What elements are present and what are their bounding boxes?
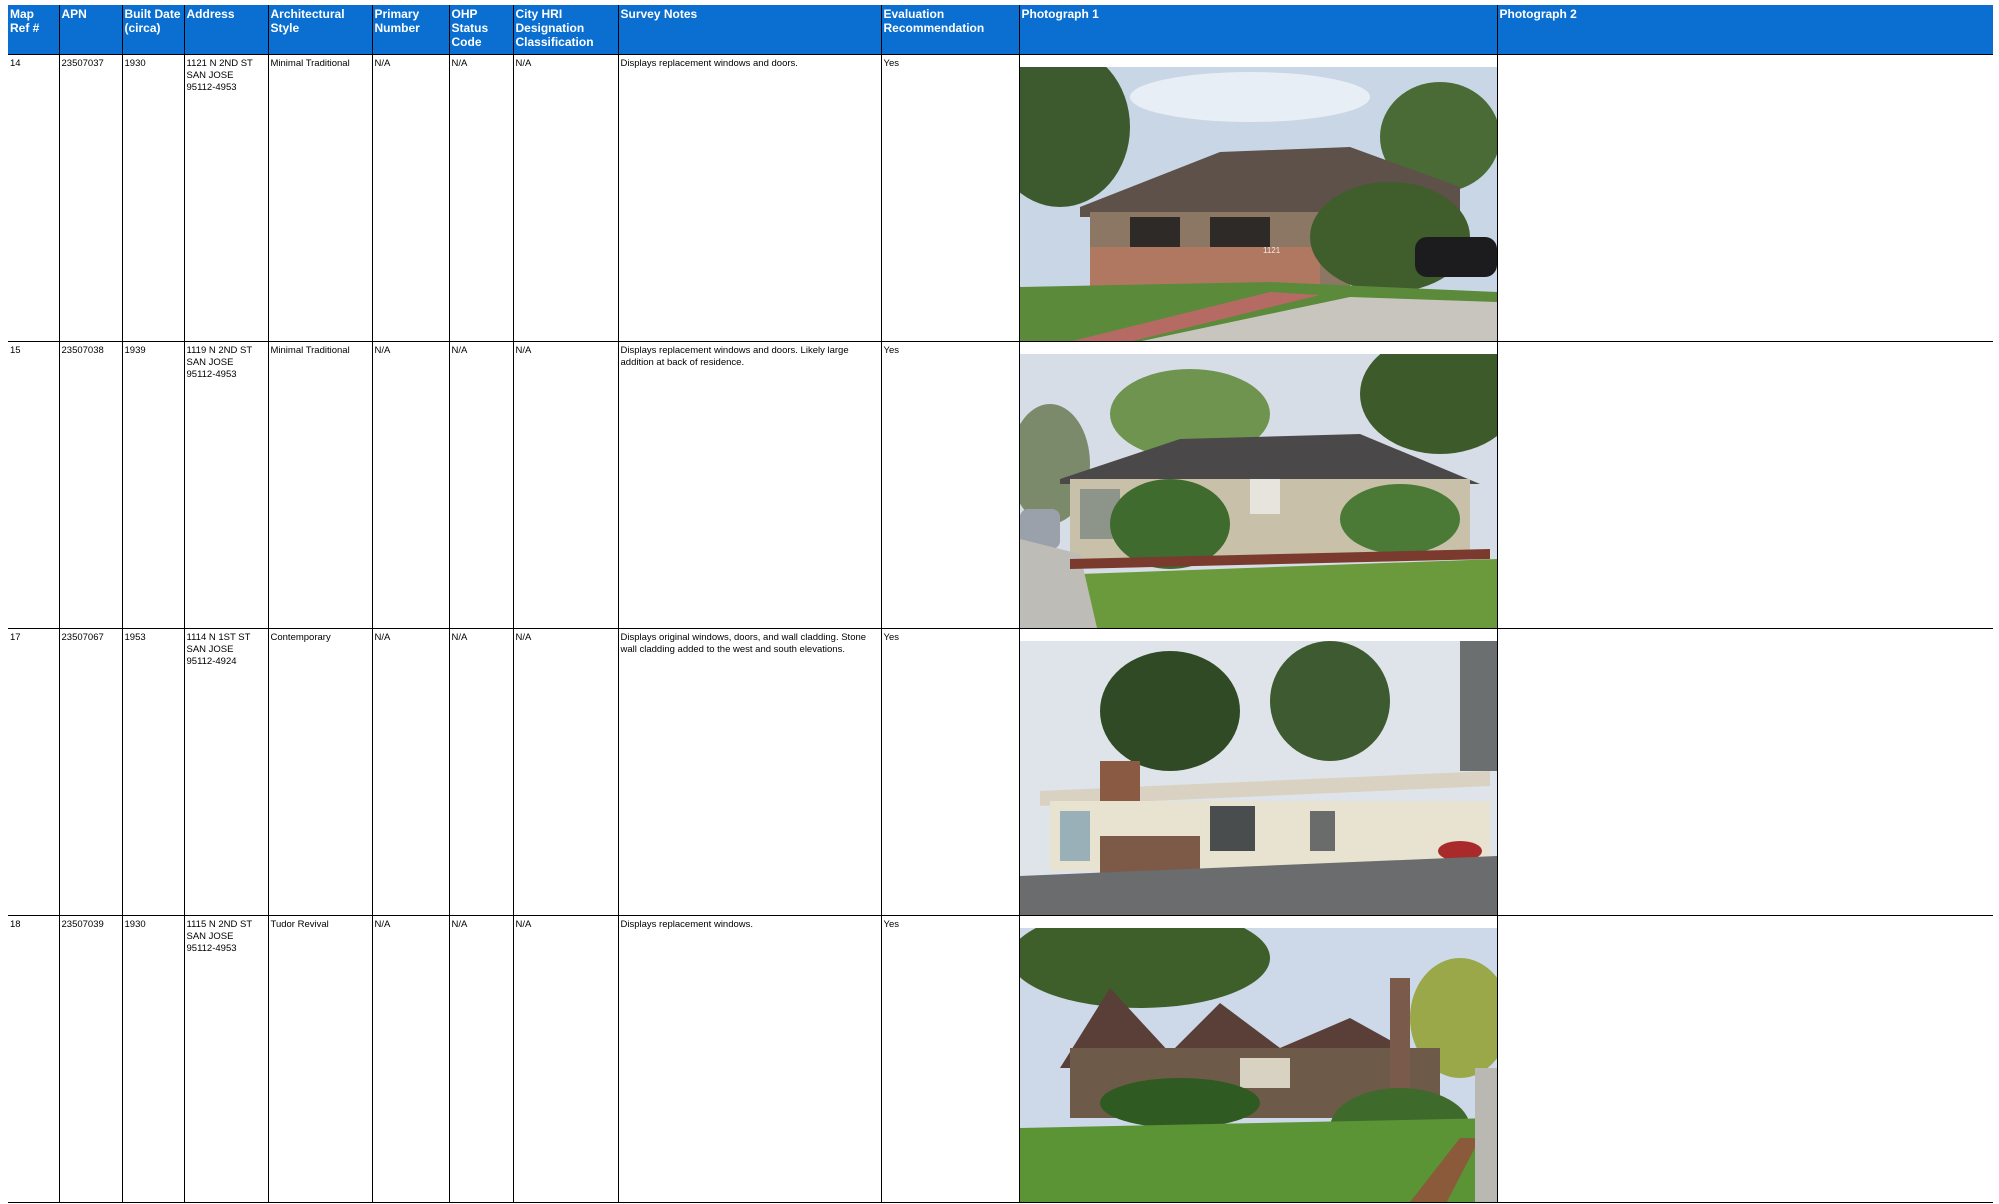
header-built-date: Built Date (circa) bbox=[122, 5, 185, 55]
cell-primary-number: N/A bbox=[372, 915, 450, 1203]
cell-photograph-2 bbox=[1497, 915, 1993, 1203]
survey-table: Map Ref # APN Built Date (circa) Address… bbox=[8, 5, 1993, 1203]
table-row: 14 23507037 1930 1121 N 2ND ST SAN JOSE … bbox=[8, 54, 1993, 342]
cell-address: 1121 N 2ND ST SAN JOSE 95112-4953 bbox=[184, 54, 269, 342]
cell-map-ref: 14 bbox=[8, 54, 60, 342]
cell-architectural-style: Tudor Revival bbox=[268, 915, 373, 1203]
cell-survey-notes: Displays replacement windows. bbox=[618, 915, 882, 1203]
cell-built-date: 1930 bbox=[122, 54, 185, 342]
table-row: 18 23507039 1930 1115 N 2ND ST SAN JOSE … bbox=[8, 915, 1993, 1203]
cell-photograph-1 bbox=[1019, 341, 1498, 629]
cell-apn: 23507037 bbox=[59, 54, 123, 342]
cell-map-ref: 17 bbox=[8, 628, 60, 916]
cell-survey-notes: Displays replacement windows and doors. bbox=[618, 54, 882, 342]
house-photo-1114-n-1st bbox=[1019, 629, 1496, 915]
cell-photograph-1: 1121 bbox=[1019, 54, 1498, 342]
cell-photograph-2 bbox=[1497, 341, 1993, 629]
cell-apn: 23507038 bbox=[59, 341, 123, 629]
header-row: Map Ref # APN Built Date (circa) Address… bbox=[8, 5, 1993, 55]
cell-photograph-1 bbox=[1019, 628, 1498, 916]
header-evaluation: Evaluation Recommendation bbox=[881, 5, 1020, 55]
table-row: 17 23507067 1953 1114 N 1ST ST SAN JOSE … bbox=[8, 628, 1993, 916]
cell-survey-notes: Displays original windows, doors, and wa… bbox=[618, 628, 882, 916]
cell-ohp-status: N/A bbox=[449, 915, 514, 1203]
cell-built-date: 1953 bbox=[122, 628, 185, 916]
cell-architectural-style: Minimal Traditional bbox=[268, 54, 373, 342]
cell-evaluation: Yes bbox=[881, 341, 1020, 629]
cell-survey-notes: Displays replacement windows and doors. … bbox=[618, 341, 882, 629]
cell-evaluation: Yes bbox=[881, 628, 1020, 916]
header-map-ref: Map Ref # bbox=[8, 5, 60, 55]
cell-built-date: 1939 bbox=[122, 341, 185, 629]
house-photo-1115-n-2nd bbox=[1019, 916, 1496, 1202]
cell-built-date: 1930 bbox=[122, 915, 185, 1203]
table-row: 15 23507038 1939 1119 N 2ND ST SAN JOSE … bbox=[8, 341, 1993, 629]
house-number-plaque: 1121 bbox=[1263, 246, 1281, 255]
cell-apn: 23507039 bbox=[59, 915, 123, 1203]
cell-apn: 23507067 bbox=[59, 628, 123, 916]
cell-hri-designation: N/A bbox=[513, 628, 619, 916]
cell-ohp-status: N/A bbox=[449, 54, 514, 342]
cell-address: 1114 N 1ST ST SAN JOSE 95112-4924 bbox=[184, 628, 269, 916]
house-photo-1119-n-2nd bbox=[1019, 342, 1496, 628]
header-primary-number: Primary Number bbox=[372, 5, 450, 55]
cell-map-ref: 18 bbox=[8, 915, 60, 1203]
cell-photograph-1 bbox=[1019, 915, 1498, 1203]
cell-evaluation: Yes bbox=[881, 54, 1020, 342]
cell-ohp-status: N/A bbox=[449, 628, 514, 916]
house-photo-1121-n-2nd: 1121 bbox=[1019, 55, 1496, 341]
header-hri-designation: City HRI Designation Classification bbox=[513, 5, 619, 55]
header-photograph-2: Photograph 2 bbox=[1497, 5, 1993, 55]
cell-architectural-style: Contemporary bbox=[268, 628, 373, 916]
cell-evaluation: Yes bbox=[881, 915, 1020, 1203]
cell-primary-number: N/A bbox=[372, 341, 450, 629]
cell-hri-designation: N/A bbox=[513, 915, 619, 1203]
header-address: Address bbox=[184, 5, 269, 55]
cell-map-ref: 15 bbox=[8, 341, 60, 629]
cell-hri-designation: N/A bbox=[513, 341, 619, 629]
cell-primary-number: N/A bbox=[372, 628, 450, 916]
cell-photograph-2 bbox=[1497, 54, 1993, 342]
header-survey-notes: Survey Notes bbox=[618, 5, 882, 55]
cell-photograph-2 bbox=[1497, 628, 1993, 916]
header-architectural-style: Architectural Style bbox=[268, 5, 373, 55]
header-photograph-1: Photograph 1 bbox=[1019, 5, 1498, 55]
cell-address: 1115 N 2ND ST SAN JOSE 95112-4953 bbox=[184, 915, 269, 1203]
cell-address: 1119 N 2ND ST SAN JOSE 95112-4953 bbox=[184, 341, 269, 629]
header-apn: APN bbox=[59, 5, 123, 55]
cell-architectural-style: Minimal Traditional bbox=[268, 341, 373, 629]
cell-hri-designation: N/A bbox=[513, 54, 619, 342]
header-ohp-status: OHP Status Code bbox=[449, 5, 514, 55]
cell-ohp-status: N/A bbox=[449, 341, 514, 629]
cell-primary-number: N/A bbox=[372, 54, 450, 342]
